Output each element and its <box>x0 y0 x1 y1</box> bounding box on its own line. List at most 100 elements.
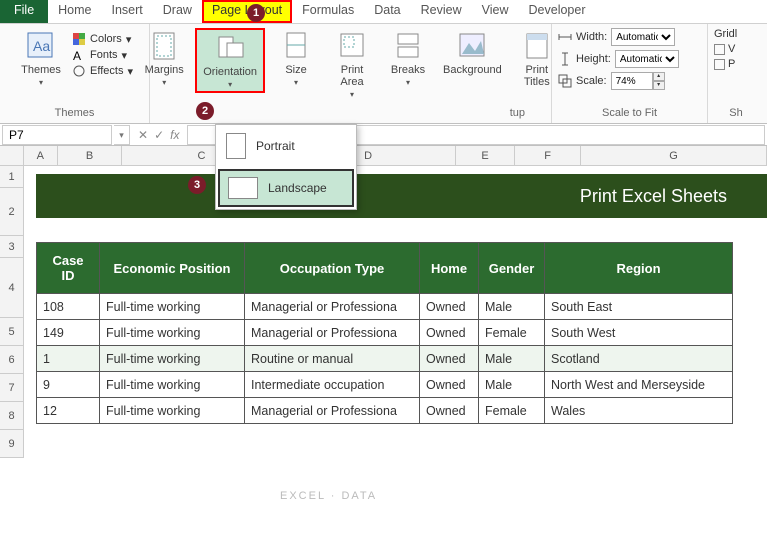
effects-icon <box>72 64 86 78</box>
tab-data[interactable]: Data <box>364 0 410 23</box>
table-cell[interactable]: Full-time working <box>100 346 245 372</box>
table-cell[interactable]: Owned <box>420 398 479 424</box>
table-cell[interactable]: Male <box>479 372 545 398</box>
tab-review[interactable]: Review <box>411 0 472 23</box>
effects-button[interactable]: Effects ▾ <box>72 64 133 78</box>
table-cell[interactable]: 12 <box>37 398 100 424</box>
height-select[interactable]: Automatic <box>615 50 679 68</box>
colors-button[interactable]: Colors ▾ <box>72 32 133 46</box>
print-area-button[interactable]: Print Area▾ <box>327 28 377 101</box>
table-cell[interactable]: Female <box>479 320 545 346</box>
row-header-8[interactable]: 8 <box>0 402 24 430</box>
tab-view[interactable]: View <box>472 0 519 23</box>
cancel-icon[interactable]: ✕ <box>138 128 148 142</box>
table-cell[interactable]: Full-time working <box>100 398 245 424</box>
col-header-E[interactable]: E <box>456 146 516 165</box>
table-cell[interactable]: Scotland <box>545 346 733 372</box>
table-header[interactable]: Case ID <box>37 243 100 294</box>
table-cell[interactable]: Routine or manual <box>245 346 420 372</box>
table-cell[interactable]: Full-time working <box>100 372 245 398</box>
scale-input[interactable] <box>611 72 653 90</box>
table-cell[interactable]: 149 <box>37 320 100 346</box>
table-header[interactable]: Economic Position <box>100 243 245 294</box>
table-cell[interactable]: South East <box>545 294 733 320</box>
group-scale-to-fit: Width: Automatic Height: Automatic Scale… <box>552 24 708 123</box>
ribbon-tabs: File HomeInsertDrawPage LayoutFormulasDa… <box>0 0 767 24</box>
col-header-F[interactable]: F <box>515 146 581 165</box>
row-header-2[interactable]: 2 <box>0 188 24 236</box>
margins-button[interactable]: Margins▾ <box>139 28 189 89</box>
col-header-B[interactable]: B <box>58 146 123 165</box>
table-cell[interactable]: 9 <box>37 372 100 398</box>
print-titles-button[interactable]: Print Titles <box>512 28 562 90</box>
background-button[interactable]: Background <box>439 28 506 78</box>
row-header-6[interactable]: 6 <box>0 346 24 374</box>
view-checkbox[interactable] <box>714 44 725 55</box>
table-cell[interactable]: North West and Merseyside <box>545 372 733 398</box>
table-cell[interactable]: Owned <box>420 372 479 398</box>
table-cell[interactable]: 108 <box>37 294 100 320</box>
table-cell[interactable]: Managerial or Professiona <box>245 398 420 424</box>
column-headers: ABCDEFG <box>0 146 767 166</box>
tab-home[interactable]: Home <box>48 0 101 23</box>
table-cell[interactable]: Managerial or Professiona <box>245 320 420 346</box>
name-box-dropdown[interactable]: ▾ <box>114 125 130 145</box>
print-titles-icon <box>521 30 553 62</box>
width-select[interactable]: Automatic <box>611 28 675 46</box>
scale-spinner[interactable]: ▴▾ <box>653 72 665 90</box>
orientation-landscape[interactable]: Landscape <box>218 169 354 207</box>
size-button[interactable]: Size▾ <box>271 28 321 89</box>
table-cell[interactable]: Owned <box>420 294 479 320</box>
table-cell[interactable]: Male <box>479 294 545 320</box>
table-cell[interactable]: Intermediate occupation <box>245 372 420 398</box>
themes-button[interactable]: Aa Themes ▾ <box>16 28 66 89</box>
row-header-5[interactable]: 5 <box>0 318 24 346</box>
table-cell[interactable]: Wales <box>545 398 733 424</box>
enter-icon[interactable]: ✓ <box>154 128 164 142</box>
table-cell[interactable]: Male <box>479 346 545 372</box>
sheet-title-text: Print Excel Sheets <box>580 186 727 207</box>
table-row[interactable]: 9Full-time workingIntermediate occupatio… <box>37 372 733 398</box>
table-row[interactable]: 108Full-time workingManagerial or Profes… <box>37 294 733 320</box>
select-all-corner[interactable] <box>0 146 24 165</box>
table-cell[interactable]: Managerial or Professiona <box>245 294 420 320</box>
name-box[interactable] <box>2 125 112 145</box>
row-header-4[interactable]: 4 <box>0 258 24 318</box>
fx-icon[interactable]: fx <box>170 128 179 142</box>
table-cell[interactable]: Owned <box>420 346 479 372</box>
group-themes: Aa Themes ▾ Colors ▾ A Fonts ▾ Effects ▾ <box>0 24 150 123</box>
tab-draw[interactable]: Draw <box>153 0 202 23</box>
tab-formulas[interactable]: Formulas <box>292 0 364 23</box>
row-header-7[interactable]: 7 <box>0 374 24 402</box>
table-cell[interactable]: Owned <box>420 320 479 346</box>
portrait-icon <box>226 133 246 159</box>
tab-developer[interactable]: Developer <box>519 0 596 23</box>
table-cell[interactable]: 1 <box>37 346 100 372</box>
table-header[interactable]: Occupation Type <box>245 243 420 294</box>
formula-bar: ▾ ✕ ✓ fx <box>0 124 767 146</box>
tab-insert[interactable]: Insert <box>102 0 153 23</box>
tab-file[interactable]: File <box>0 0 48 23</box>
orientation-portrait[interactable]: Portrait <box>216 125 356 167</box>
worksheet: ABCDEFG 123456789 Print Excel Sheets Cas… <box>0 146 767 458</box>
table-row[interactable]: 149Full-time workingManagerial or Profes… <box>37 320 733 346</box>
row-header-3[interactable]: 3 <box>0 236 24 258</box>
table-header[interactable]: Region <box>545 243 733 294</box>
table-row[interactable]: 12Full-time workingManagerial or Profess… <box>37 398 733 424</box>
col-header-G[interactable]: G <box>581 146 767 165</box>
col-header-A[interactable]: A <box>24 146 58 165</box>
table-header[interactable]: Home <box>420 243 479 294</box>
table-row[interactable]: 1Full-time workingRoutine or manualOwned… <box>37 346 733 372</box>
row-header-1[interactable]: 1 <box>0 166 24 188</box>
table-cell[interactable]: Full-time working <box>100 294 245 320</box>
table-cell[interactable]: Female <box>479 398 545 424</box>
print-checkbox[interactable] <box>714 59 725 70</box>
orientation-button[interactable]: Orientation▾ <box>199 30 261 91</box>
table-cell[interactable]: South West <box>545 320 733 346</box>
width-label: Width: <box>576 31 607 43</box>
breaks-button[interactable]: Breaks▾ <box>383 28 433 89</box>
row-header-9[interactable]: 9 <box>0 430 24 458</box>
table-cell[interactable]: Full-time working <box>100 320 245 346</box>
table-header[interactable]: Gender <box>479 243 545 294</box>
fonts-button[interactable]: A Fonts ▾ <box>72 48 133 62</box>
